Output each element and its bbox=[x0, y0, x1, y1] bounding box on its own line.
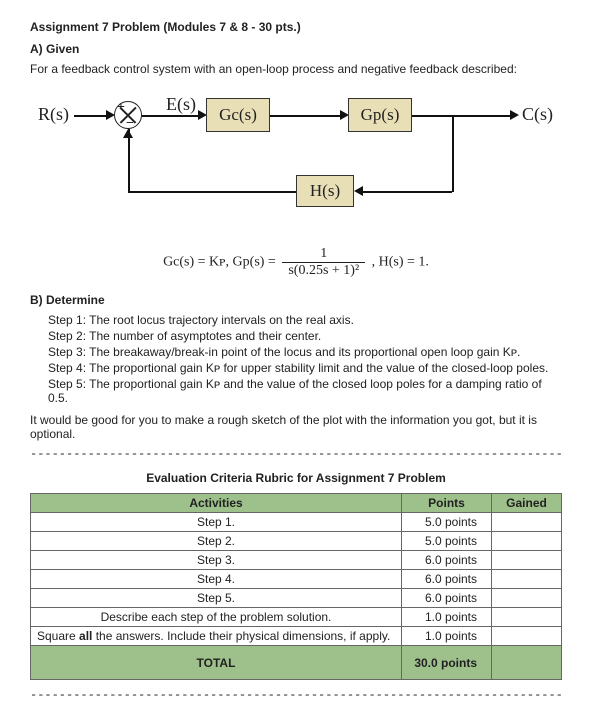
gained-cell bbox=[492, 589, 562, 608]
section-a-label: A) Given bbox=[30, 42, 562, 56]
table-row: Square all the answers. Include their ph… bbox=[31, 627, 562, 646]
assignment-title: Assignment 7 Problem (Modules 7 & 8 - 30… bbox=[30, 20, 562, 34]
gained-cell bbox=[492, 513, 562, 532]
points-cell: 6.0 points bbox=[402, 589, 492, 608]
step-item: Step 4: The proportional gain Kᴘ for upp… bbox=[48, 361, 562, 375]
points-cell: 5.0 points bbox=[402, 513, 492, 532]
points-cell: 5.0 points bbox=[402, 532, 492, 551]
step-item: Step 1: The root locus trajectory interv… bbox=[48, 313, 562, 327]
gained-cell bbox=[492, 608, 562, 627]
wire bbox=[362, 191, 452, 193]
steps-list: Step 1: The root locus trajectory interv… bbox=[48, 313, 562, 405]
activity-cell: Step 2. bbox=[31, 532, 402, 551]
col-points: Points bbox=[402, 494, 492, 513]
activity-cell: Step 1. bbox=[31, 513, 402, 532]
block-gp: Gp(s) bbox=[348, 98, 412, 132]
gained-cell bbox=[492, 627, 562, 646]
rubric-table: Activities Points Gained Step 1.5.0 poin… bbox=[30, 493, 562, 680]
signal-r-label: R(s) bbox=[38, 104, 69, 125]
gained-cell bbox=[492, 570, 562, 589]
signal-e-label: E(s) bbox=[166, 94, 196, 115]
signal-c-label: C(s) bbox=[522, 104, 553, 125]
intro-text: For a feedback control system with an op… bbox=[30, 62, 562, 76]
table-row: Step 3.6.0 points bbox=[31, 551, 562, 570]
wire bbox=[452, 115, 454, 192]
wire bbox=[74, 115, 108, 117]
arrowhead-icon bbox=[354, 186, 363, 196]
activity-cell: Step 5. bbox=[31, 589, 402, 608]
rubric-title: Evaluation Criteria Rubric for Assignmen… bbox=[30, 471, 562, 485]
total-label: TOTAL bbox=[31, 646, 402, 680]
square-prefix: Square bbox=[37, 629, 79, 643]
transfer-function-equation: Gc(s) = Kᴘ, Gp(s) = 1 s(0.25s + 1)² , H(… bbox=[30, 246, 562, 279]
table-row: Step 1.5.0 points bbox=[31, 513, 562, 532]
arrowhead-icon bbox=[510, 110, 519, 120]
total-row: TOTAL 30.0 points bbox=[31, 646, 562, 680]
gained-cell bbox=[492, 646, 562, 680]
section-b-label: B) Determine bbox=[30, 293, 562, 307]
col-activities: Activities bbox=[31, 494, 402, 513]
step-item: Step 3: The breakaway/break-in point of … bbox=[48, 345, 562, 359]
block-h: H(s) bbox=[296, 175, 354, 207]
block-gc: Gc(s) bbox=[206, 98, 270, 132]
points-cell: 1.0 points bbox=[402, 608, 492, 627]
activity-cell: Square all the answers. Include their ph… bbox=[31, 627, 402, 646]
points-cell: 6.0 points bbox=[402, 570, 492, 589]
activity-cell: Describe each step of the problem soluti… bbox=[31, 608, 402, 627]
wire bbox=[270, 115, 342, 117]
points-cell: 1.0 points bbox=[402, 627, 492, 646]
fraction-denominator: s(0.25s + 1)² bbox=[282, 263, 365, 279]
wire bbox=[128, 129, 130, 192]
activity-cell: Step 3. bbox=[31, 551, 402, 570]
fraction-numerator: 1 bbox=[282, 246, 365, 263]
table-row: Step 4.6.0 points bbox=[31, 570, 562, 589]
arrowhead-icon bbox=[123, 129, 133, 138]
fraction: 1 s(0.25s + 1)² bbox=[282, 246, 365, 279]
eq-left: Gc(s) = Kᴘ, Gp(s) = bbox=[163, 255, 279, 270]
gained-cell bbox=[492, 532, 562, 551]
gained-cell bbox=[492, 551, 562, 570]
step-item: Step 2: The number of asymptotes and the… bbox=[48, 329, 562, 343]
square-bold: all bbox=[79, 629, 92, 643]
activity-cell: Step 4. bbox=[31, 570, 402, 589]
points-cell: 6.0 points bbox=[402, 551, 492, 570]
eq-right: , H(s) = 1. bbox=[372, 255, 429, 270]
block-diagram: R(s) + − E(s) Gc(s) Gp(s) C(s) H(s) bbox=[38, 86, 548, 236]
sketch-note: It would be good for you to make a rough… bbox=[30, 413, 562, 441]
col-gained: Gained bbox=[492, 494, 562, 513]
table-header-row: Activities Points Gained bbox=[31, 494, 562, 513]
table-row: Step 5.6.0 points bbox=[31, 589, 562, 608]
plus-sign: + bbox=[117, 100, 125, 116]
table-row: Step 2.5.0 points bbox=[31, 532, 562, 551]
wire bbox=[412, 115, 512, 117]
total-points: 30.0 points bbox=[402, 646, 492, 680]
wire bbox=[128, 191, 296, 193]
divider: ----------------------------------------… bbox=[30, 447, 562, 461]
wire bbox=[142, 115, 200, 117]
table-row: Describe each step of the problem soluti… bbox=[31, 608, 562, 627]
square-suffix: the answers. Include their physical dime… bbox=[92, 629, 390, 643]
step-item: Step 5: The proportional gain Kᴘ and the… bbox=[48, 377, 562, 405]
